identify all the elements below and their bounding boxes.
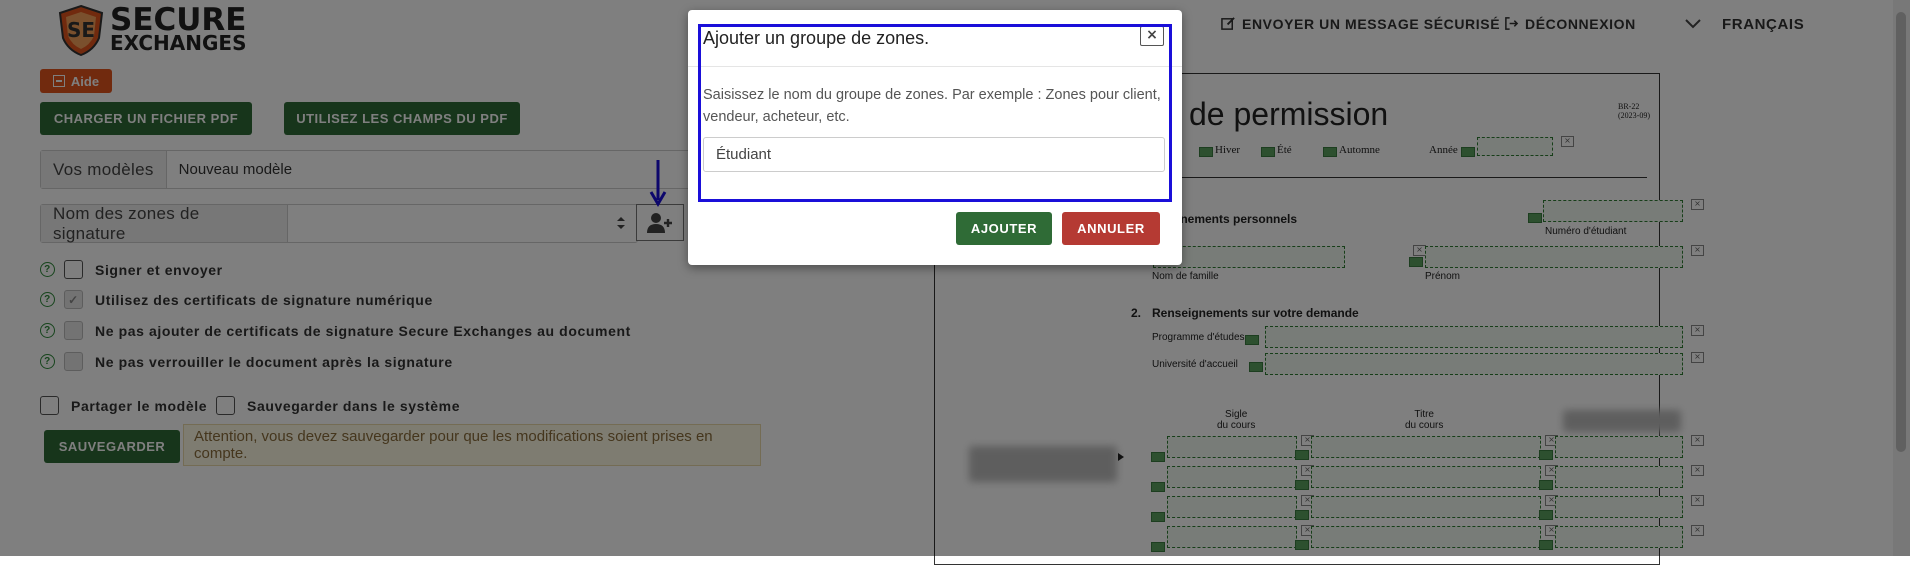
add-zone-group-modal: Ajouter un groupe de zones. × Saisissez …: [688, 10, 1182, 265]
add-button[interactable]: AJOUTER: [956, 212, 1052, 245]
cancel-button[interactable]: ANNULER: [1062, 212, 1160, 245]
highlight-box: [698, 24, 1172, 202]
